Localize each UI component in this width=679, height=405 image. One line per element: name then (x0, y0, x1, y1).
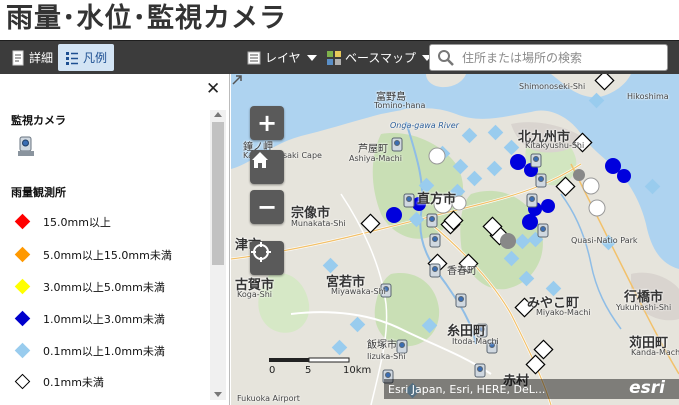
document-icon (10, 50, 26, 66)
search-icon (436, 48, 456, 68)
page-title: 雨量･水位･監視カメラ (6, 3, 287, 34)
details-button[interactable]: 詳細 (6, 44, 57, 71)
minus-icon: − (256, 193, 278, 221)
rain-heading: 雨量観測所 (11, 186, 66, 199)
legend-label: 凡例 (83, 51, 108, 65)
plus-icon: + (256, 109, 278, 137)
home-button[interactable] (250, 150, 284, 184)
map-label: Quasi-Natio Park (571, 236, 638, 245)
home-icon (252, 152, 268, 168)
legend-item: 0.1mm未満 (14, 373, 104, 390)
scale-label-mid: 5 (305, 365, 312, 376)
legend-scrollbar[interactable] (210, 110, 226, 400)
map-label: Miyako-Machi (536, 308, 591, 317)
map-label: Itoda-Machi (452, 337, 499, 346)
map-label: Shimonoseki-Shi (519, 82, 586, 91)
chevron-down-icon (306, 54, 317, 61)
scale-label-end: 10km (343, 365, 372, 376)
basemap-grid-icon (326, 50, 342, 66)
map-label: Ashiya-Machi (349, 154, 402, 163)
scale-label-zero: 0 (269, 365, 276, 376)
attribution-text: Esri Japan, Esri, HERE, DeL... (388, 382, 546, 396)
map-label: 飯塚市 (367, 340, 397, 351)
legend-item: 15.0mm以上 (14, 213, 111, 230)
map-label: 直方市 (417, 192, 457, 207)
map-label: Kitakyushu-Shi (525, 141, 585, 150)
light-blue-diamond-icon (14, 342, 31, 359)
expand-icon[interactable] (231, 74, 243, 86)
map-label: Yukuhashi-Shi (616, 303, 672, 312)
locate-button[interactable] (250, 241, 284, 275)
camera-heading: 監視カメラ (11, 114, 66, 127)
search-box[interactable] (429, 44, 668, 71)
search-input[interactable] (460, 49, 664, 66)
map-label: Miyawaka-Shi (331, 287, 386, 296)
zoom-in-button[interactable]: + (250, 106, 284, 140)
scroll-up-arrow[interactable] (214, 112, 222, 117)
yellow-diamond-icon (14, 278, 31, 295)
map-label: Onga-gawa River (390, 121, 459, 130)
map-label: 芦屋町 (358, 144, 388, 155)
legend-item-label: 0.1mm以上1.0mm未満 (43, 345, 165, 358)
basemap-button[interactable]: ベースマップ (326, 44, 433, 71)
details-label: 詳細 (29, 51, 54, 65)
map-view[interactable]: Shimonoseki-Shi Hikoshima 富野島 Tomino-han… (231, 74, 679, 405)
white-diamond-icon (14, 373, 31, 390)
close-icon[interactable]: ✕ (206, 79, 220, 99)
basemap-label: ベースマップ (345, 51, 417, 65)
orange-diamond-icon (14, 246, 31, 263)
map-label: Hikoshima (627, 92, 669, 101)
zoom-out-button[interactable]: − (250, 190, 284, 224)
camera-icon (17, 135, 37, 163)
esri-logo: esri (629, 378, 665, 398)
blue-diamond-icon (14, 310, 31, 327)
red-diamond-icon (14, 213, 31, 230)
layers-button[interactable]: レイヤ (246, 44, 317, 71)
locate-icon (251, 242, 271, 262)
legend-item-label: 5.0mm以上15.0mm未満 (43, 249, 172, 262)
map-label: Kanda-Machi (631, 348, 679, 357)
layers-icon (246, 50, 262, 66)
map-attribution: Esri Japan, Esri, HERE, DeL... esri (384, 379, 679, 399)
legend-item: 1.0mm以上3.0mm未満 (14, 310, 165, 327)
legend-item-label: 3.0mm以上5.0mm未満 (43, 281, 165, 294)
legend-item-label: 1.0mm以上3.0mm未満 (43, 313, 165, 326)
scale-bar: 0 5 10km (269, 356, 372, 376)
legend-panel: ✕ 監視カメラ 雨量観測所 15.0mm以上 5.0mm以上15.0mm未満 3… (0, 74, 230, 405)
toolbar: 詳細 凡例 レイヤ ベースマップ (0, 40, 679, 74)
map-label: Koga-Shi (237, 290, 272, 299)
legend-item: 0.1mm以上1.0mm未満 (14, 342, 165, 359)
map-label: 香春町 (447, 266, 477, 277)
legend-item: 5.0mm以上15.0mm未満 (14, 246, 172, 263)
map-label: Munakata-Shi (291, 219, 346, 228)
legend-item-label: 15.0mm以上 (43, 216, 111, 229)
legend-list-icon (64, 50, 80, 66)
scroll-down-arrow[interactable] (214, 392, 222, 397)
legend-button[interactable]: 凡例 (58, 44, 114, 71)
scroll-thumb[interactable] (212, 122, 224, 265)
legend-item: 3.0mm以上5.0mm未満 (14, 278, 165, 295)
map-label: Tomino-hana (374, 101, 426, 110)
map-label: Iizuka-Shi (367, 352, 406, 361)
layers-label: レイヤ (265, 51, 301, 65)
map-label: Fukuoka Airport (237, 394, 300, 403)
legend-item-label: 0.1mm未満 (43, 376, 104, 389)
